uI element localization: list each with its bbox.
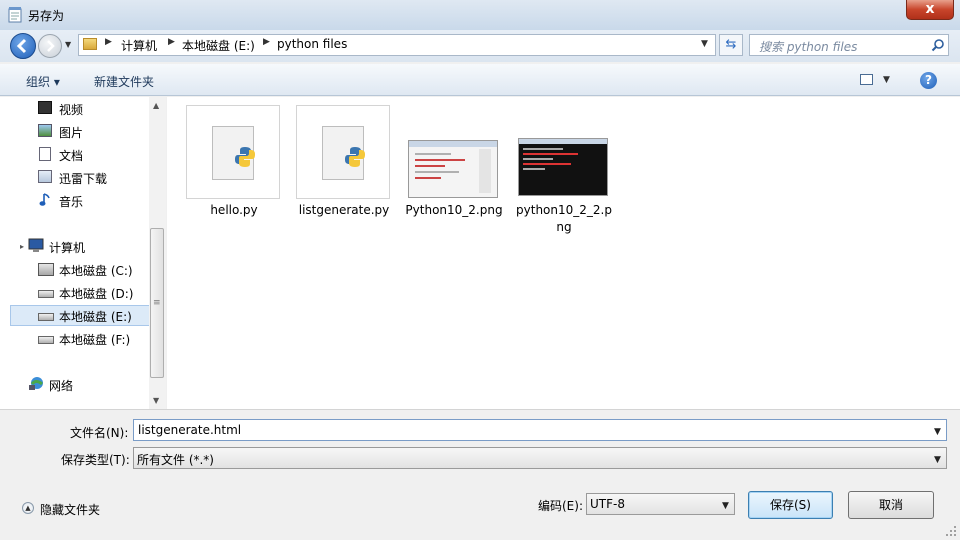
nav-item-documents[interactable]: 文档: [59, 147, 83, 164]
nav-item-drive-f[interactable]: 本地磁盘 (F:): [59, 331, 130, 348]
title-bar: [0, 0, 960, 30]
video-icon: [38, 101, 52, 114]
arrow-left-icon: [16, 38, 27, 54]
address-dropdown-icon[interactable]: ▼: [701, 39, 708, 49]
back-button[interactable]: [10, 33, 36, 59]
image-thumbnail[interactable]: [408, 140, 498, 198]
nav-item-drive-d[interactable]: 本地磁盘 (D:): [59, 285, 133, 302]
view-dropdown-icon[interactable]: ▼: [883, 75, 890, 85]
encoding-label: 编码(E):: [538, 499, 583, 513]
save-type-label: 保存类型(T):: [61, 453, 130, 467]
recent-pages-dropdown-icon[interactable]: ▼: [65, 40, 71, 49]
nav-item-network[interactable]: 网络: [49, 377, 73, 394]
cancel-button[interactable]: 取消: [848, 491, 934, 519]
search-placeholder: 搜索 python files: [759, 40, 858, 54]
chevron-right-icon[interactable]: ▶: [263, 37, 270, 47]
breadcrumb-python-files[interactable]: python files: [277, 37, 347, 51]
console-preview-icon: [519, 139, 607, 170]
resize-grip-icon[interactable]: [944, 524, 958, 538]
grip-icon: ≡: [153, 298, 161, 308]
drive-icon: [38, 290, 54, 298]
save-type-select[interactable]: [133, 447, 947, 469]
file-name: python10_2_2.png: [516, 203, 612, 234]
screenshot-preview-icon: [409, 141, 497, 193]
save-type-dropdown-icon[interactable]: ▼: [934, 455, 941, 465]
filename-value: listgenerate.html: [138, 423, 242, 437]
notepad-icon: [8, 7, 22, 23]
network-icon: [29, 377, 43, 390]
image-thumbnail[interactable]: [518, 138, 608, 196]
close-icon: x: [925, 1, 935, 17]
arrow-right-icon: [47, 40, 55, 52]
expand-arrow-icon[interactable]: ▸: [20, 242, 24, 251]
nav-item-drive-e[interactable]: 本地磁盘 (E:): [59, 308, 132, 325]
system-drive-icon: [38, 263, 54, 276]
breadcrumb-drive-e[interactable]: 本地磁盘 (E:): [182, 37, 255, 54]
filename-dropdown-icon[interactable]: ▼: [934, 427, 941, 437]
window-title: 另存为: [28, 9, 65, 23]
music-icon: [39, 193, 50, 206]
python-logo-icon: [235, 147, 255, 167]
collapse-arrow-icon[interactable]: ▲: [22, 502, 34, 514]
nav-item-computer[interactable]: 计算机: [49, 239, 85, 256]
drive-icon: [38, 313, 54, 321]
nav-item-videos[interactable]: 视频: [59, 101, 83, 118]
organize-button[interactable]: 组织 ▾: [26, 73, 60, 90]
chevron-right-icon[interactable]: ▶: [105, 37, 112, 47]
download-icon: [38, 170, 52, 183]
hide-folders-button[interactable]: 隐藏文件夹: [40, 501, 100, 518]
document-icon: [39, 147, 51, 161]
search-icon[interactable]: [931, 38, 945, 52]
help-icon[interactable]: ?: [920, 72, 937, 89]
save-type-value: 所有文件 (*.*): [137, 453, 214, 467]
encoding-dropdown-icon[interactable]: ▼: [722, 501, 729, 511]
picture-icon: [38, 124, 52, 137]
file-name: hello.py: [210, 203, 258, 217]
nav-item-thunder-downloads[interactable]: 迅雷下载: [59, 170, 107, 187]
nav-item-music[interactable]: 音乐: [59, 193, 83, 210]
breadcrumb-computer[interactable]: 计算机: [121, 37, 157, 54]
nav-item-drive-c[interactable]: 本地磁盘 (C:): [59, 262, 133, 279]
scroll-up-icon[interactable]: ▲: [153, 101, 159, 110]
drive-icon: [38, 336, 54, 344]
folder-icon: [83, 38, 97, 50]
encoding-value: UTF-8: [590, 497, 625, 511]
computer-icon: [28, 238, 44, 252]
chevron-right-icon[interactable]: ▶: [168, 37, 175, 47]
refresh-icon: ⇆: [725, 37, 737, 52]
refresh-button[interactable]: ⇆: [719, 34, 743, 56]
python-logo-icon: [345, 147, 365, 167]
filename-label: 文件名(N):: [70, 426, 129, 440]
nav-item-pictures[interactable]: 图片: [59, 124, 83, 141]
filename-input[interactable]: [133, 419, 947, 441]
save-button[interactable]: 保存(S): [748, 491, 833, 519]
new-folder-button[interactable]: 新建文件夹: [94, 73, 154, 90]
file-name: Python10_2.png: [405, 203, 503, 217]
close-button[interactable]: x: [906, 0, 954, 20]
forward-button[interactable]: [38, 34, 62, 58]
view-icon[interactable]: [860, 74, 873, 85]
file-name: listgenerate.py: [298, 203, 390, 217]
scroll-down-icon[interactable]: ▼: [153, 396, 159, 405]
